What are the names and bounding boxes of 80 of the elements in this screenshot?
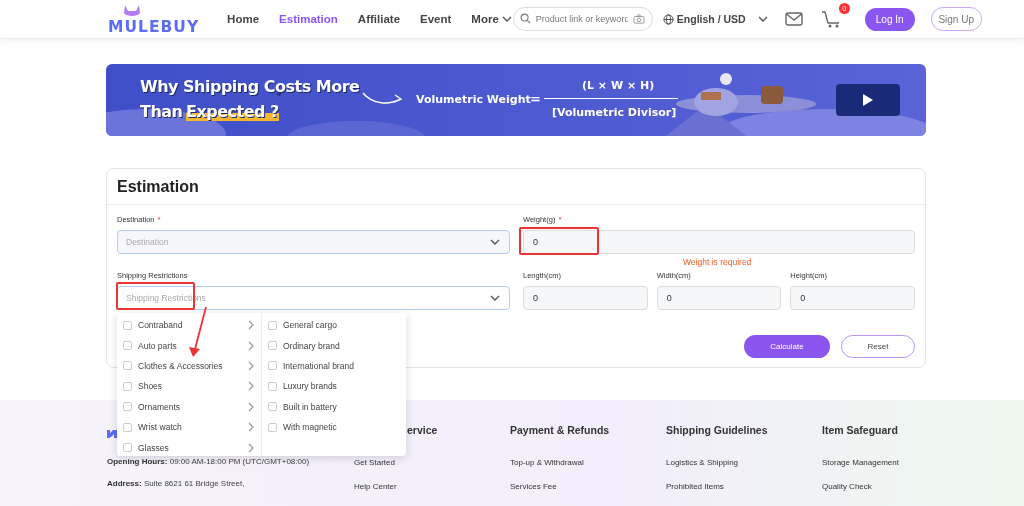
menu-item[interactable]: Contraband: [117, 315, 261, 336]
banner-headline: Than: [140, 102, 183, 121]
formula-numerator: (L × W × H): [582, 79, 655, 92]
checkbox[interactable]: [268, 361, 277, 371]
signup-button[interactable]: Sign Up: [930, 7, 982, 31]
menu-item[interactable]: Built in battery: [262, 396, 406, 417]
chevron-right-icon: [247, 422, 255, 433]
menu-item[interactable]: Shoes: [117, 376, 261, 397]
reset-button[interactable]: Reset: [841, 335, 915, 358]
chevron-right-icon: [247, 360, 255, 371]
calculate-button[interactable]: Calculate: [744, 335, 830, 358]
footer-link[interactable]: Get Started: [354, 458, 510, 467]
checkbox[interactable]: [123, 422, 132, 432]
footer-heading: Item Safeguard: [822, 424, 899, 436]
logo[interactable]: MULEBUY: [108, 2, 200, 36]
contact-info: Opening Hours: 09:00 AM-18:00 PM (UTC/GMT+08:00): [107, 456, 311, 468]
camera-icon[interactable]: [632, 14, 645, 24]
menu-item[interactable]: Ordinary brand: [262, 335, 406, 356]
checkbox[interactable]: [268, 402, 277, 412]
dimension-input[interactable]: 0: [523, 286, 648, 310]
footer-link[interactable]: Storage Management: [822, 458, 978, 467]
required-mark: *: [558, 215, 562, 224]
checkbox[interactable]: [123, 381, 132, 391]
login-button[interactable]: Log In: [864, 7, 915, 31]
card-title: Estimation: [107, 169, 925, 205]
play-icon: [863, 94, 873, 106]
dimension-input[interactable]: 0: [790, 286, 915, 310]
checkbox[interactable]: [268, 422, 277, 432]
checkbox[interactable]: [123, 320, 132, 330]
curved-arrow-icon: [361, 90, 405, 106]
checkbox[interactable]: [268, 320, 277, 330]
chevron-right-icon: [247, 320, 255, 331]
mail-icon[interactable]: [784, 12, 803, 26]
checkbox[interactable]: [123, 402, 132, 412]
banner-headline: Why Shipping Costs More: [140, 77, 360, 96]
footer-link[interactable]: Quality Check: [822, 482, 978, 491]
error-message: Weight is required: [683, 257, 753, 267]
menu-item[interactable]: Clothes & Accessories: [117, 355, 261, 377]
logo-icon: [107, 430, 117, 438]
menu-item[interactable]: Glasses: [117, 437, 261, 456]
checkbox[interactable]: [123, 341, 132, 351]
language-selector[interactable]: English / USD: [676, 13, 746, 25]
chevron-right-icon: [247, 340, 255, 351]
formula-equals: =: [530, 91, 541, 106]
footer-heading: Shipping Guidelines: [666, 424, 769, 436]
menu-item[interactable]: Luxury brands: [262, 376, 406, 397]
globe-icon: [662, 13, 674, 25]
nav-link[interactable]: More: [471, 13, 513, 25]
menu-item[interactable]: Ornaments: [117, 396, 261, 417]
chevron-right-icon: [247, 381, 255, 392]
formula-label: Volumetric Weight: [416, 93, 531, 106]
footer-link[interactable]: Services Fee: [510, 482, 666, 491]
nav-link[interactable]: Home: [227, 13, 260, 25]
checkbox[interactable]: [268, 341, 277, 351]
menu-item[interactable]: With magnetic: [262, 416, 406, 438]
dimension-input[interactable]: 0: [656, 286, 782, 310]
chevron-right-icon: [247, 442, 255, 453]
search-icon: [519, 13, 531, 24]
annotation-arrow: [186, 305, 210, 359]
nav-link[interactable]: Affiliate: [357, 13, 401, 25]
nav-link[interactable]: Estimation: [279, 13, 338, 25]
footer-link[interactable]: Top-up & Withdrawal: [510, 458, 666, 467]
footer-link[interactable]: Logistics & Shipping: [666, 458, 822, 467]
required-mark: *: [157, 215, 161, 224]
play-button[interactable]: [836, 84, 900, 116]
footer-heading: ervice: [407, 424, 439, 436]
footer-link[interactable]: Prohibited Items: [666, 482, 822, 491]
menu-item[interactable]: Wrist watch: [117, 416, 261, 438]
footer-link[interactable]: Help Center: [354, 482, 510, 491]
menu-item[interactable]: International brand: [262, 355, 406, 377]
weight-input[interactable]: 0: [523, 230, 915, 254]
contact-info: Address: Suite 8621 61 Bridge Street,: [107, 478, 246, 490]
menu-item[interactable]: General cargo: [262, 315, 406, 336]
nav-link[interactable]: Event: [420, 13, 452, 25]
checkbox[interactable]: [123, 361, 132, 371]
formula-denominator: [Volumetric Divisor]: [552, 106, 677, 119]
footer-heading: Payment & Refunds: [510, 424, 611, 436]
chevron-right-icon: [247, 401, 255, 412]
checkbox[interactable]: [123, 443, 132, 453]
checkbox[interactable]: [268, 381, 277, 391]
